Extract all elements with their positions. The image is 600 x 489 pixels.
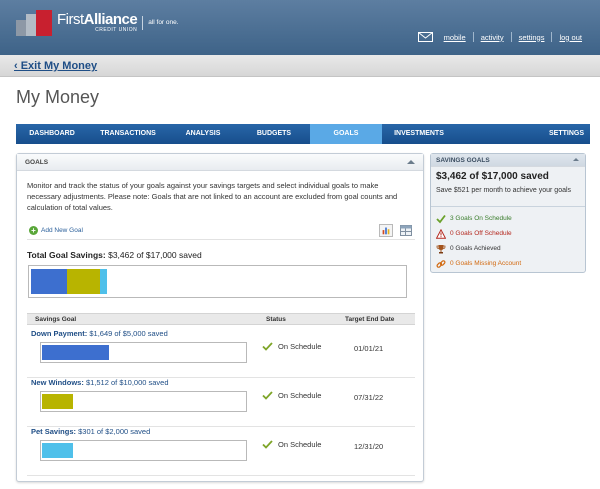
off-schedule-item[interactable]: 0 Goals Off Schedule bbox=[436, 226, 521, 241]
exit-bar: ‹ Exit My Money bbox=[0, 55, 600, 77]
header-links: mobile activity settings log out bbox=[417, 32, 582, 42]
goal-name[interactable]: New Windows: $1,512 of $10,000 saved bbox=[31, 378, 169, 387]
collapse-caret-icon[interactable] bbox=[407, 160, 415, 164]
logo-wordmark: FirstAlliance CREDIT UNION bbox=[57, 11, 138, 33]
tab-transactions[interactable]: TRANSACTIONS bbox=[88, 124, 168, 144]
goal-name[interactable]: Down Payment: $1,649 of $5,000 saved bbox=[31, 329, 168, 338]
tab-dashboard[interactable]: DASHBOARD bbox=[16, 124, 88, 144]
goals-panel-title: GOALS bbox=[25, 159, 49, 166]
trophy-icon bbox=[436, 244, 446, 253]
savings-goals-summary: SAVINGS GOALS $3,462 of $17,000 saved Sa… bbox=[430, 153, 586, 273]
goals-toolbar: + Add New Goal bbox=[27, 223, 415, 240]
settings-link[interactable]: settings bbox=[519, 33, 545, 42]
green-check-icon bbox=[436, 214, 446, 223]
column-status: Status bbox=[266, 316, 286, 323]
goal-row-new-windows[interactable]: New Windows: $1,512 of $10,000 saved On … bbox=[27, 374, 415, 427]
total-goal-savings: Total Goal Savings: $3,462 of $17,000 sa… bbox=[27, 250, 202, 260]
envelope-icon[interactable] bbox=[417, 32, 433, 42]
goal-progress-bar bbox=[40, 391, 247, 412]
goal-name[interactable]: Pet Savings: $301 of $2,000 saved bbox=[31, 427, 150, 436]
goal-row-down-payment[interactable]: Down Payment: $1,649 of $5,000 saved On … bbox=[27, 325, 415, 378]
check-icon bbox=[262, 342, 273, 351]
tab-analysis[interactable]: ANALYSIS bbox=[168, 124, 238, 144]
achieved-item[interactable]: 0 Goals Achieved bbox=[436, 241, 521, 256]
column-savings-goal: Savings Goal bbox=[35, 316, 77, 323]
link-divider bbox=[551, 32, 553, 42]
goals-panel-header: GOALS bbox=[17, 154, 423, 171]
mobile-link[interactable]: mobile bbox=[444, 33, 466, 42]
total-savings-segment bbox=[31, 269, 67, 294]
check-icon bbox=[262, 391, 273, 400]
divider bbox=[431, 206, 585, 207]
goal-row-pet-savings[interactable]: Pet Savings: $301 of $2,000 saved On Sch… bbox=[27, 423, 415, 476]
goals-panel: GOALS Monitor and track the status of yo… bbox=[16, 153, 424, 482]
link-divider bbox=[472, 32, 474, 42]
goal-status: On Schedule bbox=[262, 440, 321, 449]
exit-my-money-link[interactable]: ‹ Exit My Money bbox=[14, 60, 97, 72]
tab-goals[interactable]: GOALS bbox=[310, 124, 382, 144]
logo-mark-icon bbox=[16, 10, 54, 36]
add-new-goal-button[interactable]: + Add New Goal bbox=[29, 226, 83, 235]
main-nav: DASHBOARD TRANSACTIONS ANALYSIS BUDGETS … bbox=[16, 124, 590, 144]
site-header: FirstAlliance CREDIT UNION all for one. … bbox=[0, 0, 600, 55]
savings-goals-title: SAVINGS GOALS bbox=[436, 157, 490, 164]
total-savings-bar bbox=[28, 265, 407, 298]
goal-status: On Schedule bbox=[262, 342, 321, 351]
column-target-end-date: Target End Date bbox=[345, 316, 395, 323]
plus-icon: + bbox=[29, 226, 38, 235]
logo-tagline: all for one. bbox=[142, 16, 179, 30]
total-savings-segment bbox=[100, 269, 107, 294]
first-alliance-logo[interactable]: FirstAlliance CREDIT UNION all for one. bbox=[16, 10, 179, 36]
check-icon bbox=[262, 440, 273, 449]
page-title: My Money bbox=[16, 87, 100, 107]
tab-budgets[interactable]: BUDGETS bbox=[238, 124, 310, 144]
goal-target-date: 01/01/21 bbox=[354, 344, 384, 353]
on-schedule-item[interactable]: 3 Goals On Schedule bbox=[436, 211, 521, 226]
goals-description: Monitor and track the status of your goa… bbox=[27, 181, 398, 212]
goal-progress-fill bbox=[42, 443, 73, 458]
goal-progress-fill bbox=[42, 345, 109, 360]
savings-goals-header: SAVINGS GOALS bbox=[431, 154, 585, 167]
activity-link[interactable]: activity bbox=[481, 33, 504, 42]
goal-status: On Schedule bbox=[262, 391, 321, 400]
log-out-link[interactable]: log out bbox=[559, 33, 582, 42]
savings-goals-status-list: 3 Goals On Schedule 0 Goals Off Schedule… bbox=[436, 211, 521, 271]
table-view-icon[interactable] bbox=[399, 224, 413, 237]
goal-target-date: 12/31/20 bbox=[354, 442, 384, 451]
goal-target-date: 07/31/22 bbox=[354, 393, 384, 402]
tab-settings[interactable]: SETTINGS bbox=[549, 124, 584, 144]
broken-link-icon bbox=[436, 259, 446, 268]
missing-account-item[interactable]: 0 Goals Missing Account bbox=[436, 256, 521, 271]
bar-chart-view-icon[interactable] bbox=[379, 224, 393, 237]
goal-progress-bar bbox=[40, 342, 247, 363]
add-new-goal-label: Add New Goal bbox=[41, 227, 83, 234]
total-savings-segment bbox=[67, 269, 100, 294]
goal-progress-bar bbox=[40, 440, 247, 461]
collapse-caret-icon[interactable] bbox=[573, 158, 579, 161]
goals-table-header: Savings Goal Status Target End Date bbox=[27, 313, 415, 325]
savings-monthly-advice: Save $521 per month to achieve your goal… bbox=[436, 187, 572, 194]
goal-progress-fill bbox=[42, 394, 73, 409]
total-goal-savings-value: $3,462 of $17,000 saved bbox=[108, 250, 202, 260]
savings-total: $3,462 of $17,000 saved bbox=[436, 171, 549, 182]
warning-triangle-icon bbox=[436, 228, 446, 239]
link-divider bbox=[510, 32, 512, 42]
tab-investments[interactable]: INVESTMENTS bbox=[382, 124, 456, 144]
